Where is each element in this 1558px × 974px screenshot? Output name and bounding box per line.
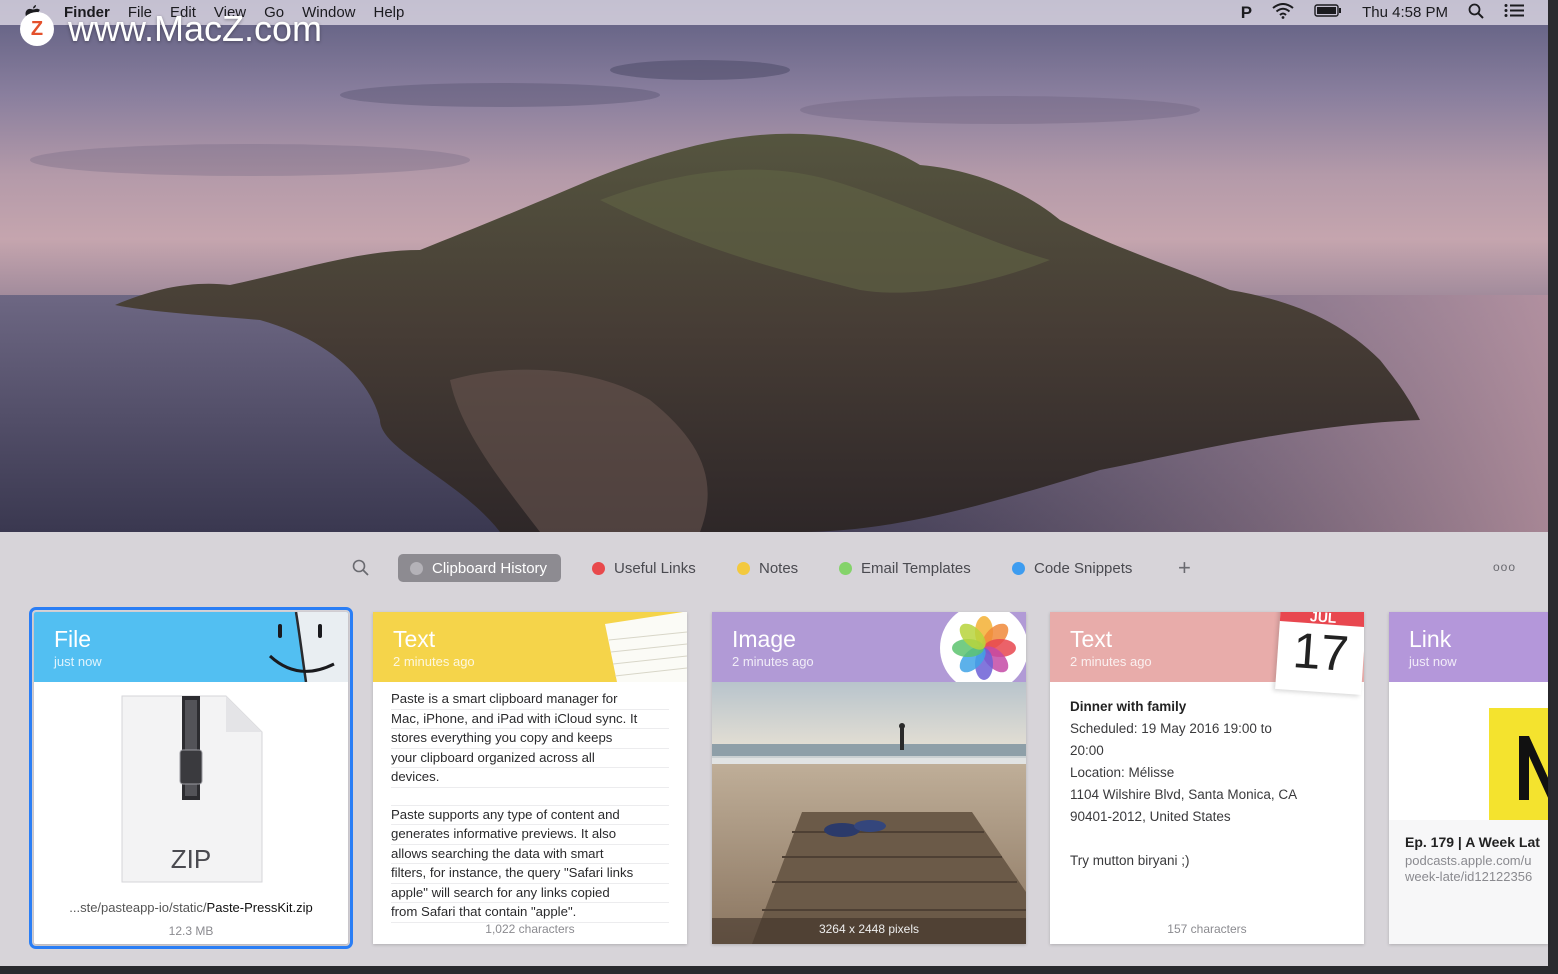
- file-type-label: ZIP: [170, 844, 212, 874]
- clip-card-image[interactable]: Image 2 minutes ago 3264 x 2448 pixels: [712, 612, 1026, 944]
- tab-color-dot: [592, 561, 605, 575]
- card-body: 3264 x 2448 pixels: [712, 682, 1026, 944]
- event-title: Dinner with family: [1070, 699, 1187, 714]
- menu-bar-status-area: P Thu 4:58 PM: [1241, 0, 1524, 25]
- file-path-prefix: ...ste/pasteapp-io/static/: [69, 900, 207, 915]
- image-dimensions: 3264 x 2448 pixels: [818, 922, 920, 936]
- char-count: 157 characters: [1167, 922, 1247, 936]
- tab-useful-links[interactable]: Useful Links: [592, 554, 696, 582]
- tab-label: Useful Links: [614, 559, 696, 577]
- tab-label: Code Snippets: [1034, 559, 1133, 577]
- text-line: apple" will search for any links copied: [391, 884, 669, 903]
- event-line: Location: Mélisse: [1070, 765, 1175, 780]
- tab-clipboard-history[interactable]: Clipboard History: [398, 554, 562, 582]
- tab-color-dot: [839, 561, 852, 575]
- tab-label: Notes: [759, 559, 799, 577]
- battery-icon[interactable]: [1314, 4, 1342, 21]
- card-body: ZIP ...ste/pasteapp-io/static/Paste-Pres…: [34, 682, 348, 944]
- card-body: Paste is a smart clipboard manager for M…: [373, 682, 687, 944]
- menu-clock[interactable]: Thu 4:58 PM: [1362, 4, 1448, 21]
- event-line: Scheduled: 19 May 2016 19:00 to: [1070, 721, 1272, 736]
- link-url: week-late/id12122356: [1405, 869, 1533, 884]
- card-time: just now: [1409, 654, 1457, 669]
- notes-app-icon: [587, 612, 687, 682]
- beach-photo-preview: [712, 682, 1026, 944]
- event-line: 20:00: [1070, 743, 1104, 758]
- link-meta: Ep. 179 | A Week Lat podcasts.apple.com/…: [1389, 820, 1548, 944]
- card-header: File just now: [34, 612, 348, 682]
- text-line: Paste supports any type of content and: [391, 806, 669, 825]
- card-body: Dinner with family Scheduled: 19 May 201…: [1050, 682, 1364, 944]
- text-line: filters, for instance, the query "Safari…: [391, 864, 669, 884]
- spotlight-search-icon[interactable]: [1468, 3, 1484, 23]
- finder-app-icon: [248, 612, 348, 682]
- file-path: ...ste/pasteapp-io/static/Paste-PressKit…: [34, 900, 348, 915]
- desktop-wallpaper: [0, 0, 1548, 532]
- paste-panel: Clipboard History Useful Links Notes Ema…: [0, 532, 1548, 966]
- tab-color-dot: [1012, 561, 1025, 575]
- text-line: stores everything you copy and keeps: [391, 729, 669, 749]
- card-header: Link just now: [1389, 612, 1548, 682]
- tab-color-dot: [410, 561, 423, 575]
- paste-app-status-item[interactable]: P: [1241, 3, 1252, 23]
- text-line: Paste is a smart clipboard manager for: [391, 690, 669, 710]
- clip-card-file[interactable]: File just now ZIP ...ste/pasteapp-io/sta…: [29, 607, 353, 949]
- text-line: generates informative previews. It also: [391, 825, 669, 845]
- menu-help[interactable]: Help: [374, 4, 405, 21]
- text-line: from Safari that contain "apple".: [391, 903, 669, 923]
- tab-label: Clipboard History: [432, 559, 548, 577]
- pinboard-toolbar: Clipboard History Useful Links Notes Ema…: [0, 554, 1548, 584]
- clip-card-text[interactable]: Text 2 minutes ago Paste is a smart clip…: [373, 612, 687, 944]
- event-line: 1104 Wilshire Blvd, Santa Monica, CA: [1070, 787, 1298, 802]
- island-landscape: [0, 60, 1548, 532]
- event-line: 90401-2012, United States: [1070, 809, 1231, 824]
- card-body: Ep. 179 | A Week Lat podcasts.apple.com/…: [1389, 682, 1548, 944]
- add-pinboard-button[interactable]: +: [1178, 554, 1191, 582]
- card-header: Text 2 minutes ago: [373, 612, 687, 682]
- card-type: Link: [1409, 626, 1452, 652]
- link-url: podcasts.apple.com/u: [1405, 853, 1532, 868]
- tab-notes[interactable]: Notes: [737, 554, 798, 582]
- search-icon[interactable]: [352, 559, 369, 581]
- link-title: Ep. 179 | A Week Lat: [1405, 834, 1540, 850]
- text-line: your clipboard organized across all: [391, 749, 669, 768]
- calendar-day: 17: [1291, 622, 1351, 682]
- card-header: Text 2 minutes ago JUL 17: [1050, 612, 1364, 695]
- podcast-artwork: [1489, 708, 1548, 820]
- tab-color-dot: [737, 561, 750, 575]
- watermark-badge: Z: [20, 12, 54, 46]
- card-header: Image 2 minutes ago: [712, 612, 1026, 682]
- podcast-logo-letter-n: [1519, 736, 1548, 800]
- tab-code-snippets[interactable]: Code Snippets: [1012, 554, 1132, 582]
- calendar-app-icon: JUL 17: [1264, 612, 1364, 695]
- notification-center-icon[interactable]: [1504, 3, 1524, 22]
- char-count: 1,022 characters: [485, 922, 575, 936]
- clip-card-event-text[interactable]: Text 2 minutes ago JUL 17 Dinner with fa…: [1050, 612, 1364, 944]
- event-preview: Dinner with family Scheduled: 19 May 201…: [1050, 682, 1364, 872]
- text-line: devices.: [391, 768, 669, 788]
- watermark-text: www.MacZ.com: [68, 8, 323, 49]
- text-line: Mac, iPhone, and iPad with iCloud sync. …: [391, 710, 669, 729]
- event-blank-line: [1070, 828, 1344, 850]
- watermark: Z www.MacZ.com: [20, 8, 322, 50]
- tab-email-templates[interactable]: Email Templates: [839, 554, 971, 582]
- text-blank-line: [391, 788, 669, 806]
- file-path-name: Paste-PressKit.zip: [206, 900, 313, 915]
- file-size: 12.3 MB: [168, 924, 214, 938]
- text-preview: Paste is a smart clipboard manager for M…: [373, 682, 687, 923]
- wifi-icon[interactable]: [1272, 2, 1294, 23]
- more-options-button[interactable]: ooo: [1493, 560, 1516, 574]
- tab-label: Email Templates: [861, 559, 971, 577]
- clip-card-link[interactable]: Link just now Ep. 179 | A Week Lat podca…: [1389, 612, 1548, 944]
- photos-app-icon: [926, 612, 1026, 682]
- text-line: allows searching the data with smart: [391, 845, 669, 864]
- event-note: Try mutton biryani ;): [1070, 853, 1190, 868]
